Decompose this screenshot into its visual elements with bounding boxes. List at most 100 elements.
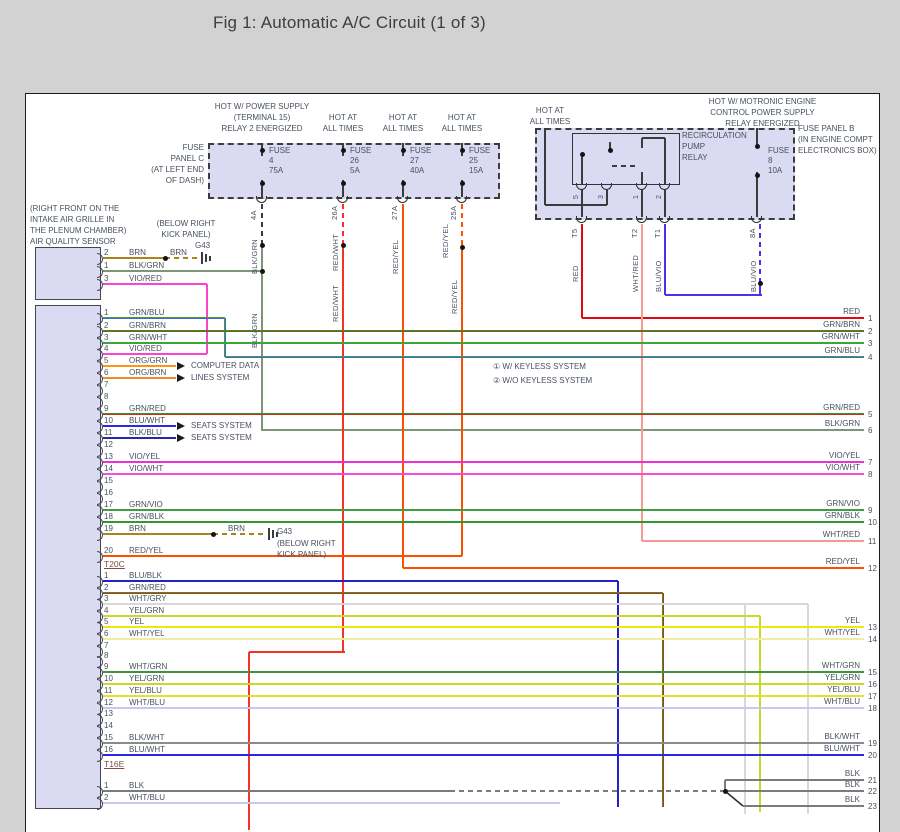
fuse-panel-c-label: (AT LEFT END: [128, 165, 204, 175]
pin-number: 1: [104, 781, 108, 791]
system-arrow-icon: [177, 362, 185, 370]
air-quality-sensor-label: AIR QUALITY SENSOR: [30, 237, 116, 247]
wiring-diagram-page: Fig 1: Automatic A/C Circuit (1 of 3) HO…: [0, 0, 900, 832]
right-pin-number: 3: [868, 339, 872, 349]
right-wire-label: BLU/WHT: [700, 744, 860, 754]
vertical-wire-label: RED/YEL: [450, 264, 459, 314]
wire-label: WHT/GRY: [129, 594, 167, 604]
right-wire-label: BLK/GRN: [700, 419, 860, 429]
wire-bluvio: [664, 224, 666, 295]
pin-number: 10: [104, 674, 113, 684]
wire-label: YEL/GRN: [129, 674, 164, 684]
wire-label: BLU/BLK: [129, 571, 162, 581]
wire-label: YEL/BLU: [129, 686, 162, 696]
right-wire-label: VIO/WHT: [700, 463, 860, 473]
vertical-wire-label: WHT/RED: [631, 240, 640, 292]
pin-number: 14: [104, 721, 113, 731]
wire-red: [581, 224, 583, 318]
junction-dot: [260, 148, 265, 153]
right-wire-label: GRN/BLK: [700, 511, 860, 521]
connector-label-t20c: T20C: [104, 559, 125, 569]
pin-number: 4: [104, 344, 108, 354]
pin-number: 2: [104, 793, 108, 803]
right-pin-number: 9: [868, 506, 872, 516]
g43-top-ground-icon: [205, 254, 207, 262]
right-wire-label: WHT/RED: [700, 530, 860, 540]
vertical-wire-label: BLU/VIO: [654, 240, 663, 292]
ground-wire-label: BRN: [228, 524, 245, 534]
pin-number: 19: [104, 524, 113, 534]
right-pin-number: 5: [868, 410, 872, 420]
panel-out-pin-label: T1: [653, 221, 662, 238]
fuse8-name: FUSE: [768, 146, 789, 156]
motronic-header: HOT W/ MOTRONIC ENGINE: [640, 97, 885, 107]
wire-redwht: [342, 204, 344, 245]
wire-blkgrn: [262, 429, 864, 431]
g43-top-ground-icon: [209, 256, 211, 261]
right-pin-number: 10: [868, 518, 877, 528]
wire-whtred: [642, 540, 864, 542]
pin-number: 3: [104, 333, 108, 343]
pin-number: 18: [104, 512, 113, 522]
g43-top-ground-icon: [201, 252, 203, 264]
pin-number: 13: [104, 709, 113, 719]
wire-label: RED/YEL: [129, 546, 163, 556]
wire-grnwht: [103, 342, 864, 344]
junction-dot: [401, 148, 406, 153]
keyless-note: ① W/ KEYLESS SYSTEM: [493, 362, 586, 372]
wire-whtred: [641, 224, 643, 541]
junction-dot: [460, 181, 465, 186]
junction-dot: [260, 269, 265, 274]
junction-dot: [341, 181, 346, 186]
right-wire-label: WHT/BLU: [700, 697, 860, 707]
wire-label: BLK/BLU: [129, 428, 162, 438]
right-pin-number: 12: [868, 564, 877, 574]
system-arrow-icon: [177, 422, 185, 430]
right-wire-label: YEL/BLU: [700, 685, 860, 695]
wire-label: GRN/BLK: [129, 512, 164, 522]
wire-blublk: [103, 580, 618, 582]
wire-label: WHT/YEL: [129, 629, 165, 639]
pin-number: 7: [104, 380, 108, 390]
hot-at-all-times-header: ALL TIMES: [505, 117, 595, 127]
wire-label: BLU/WHT: [129, 745, 165, 755]
fuse-number: 25: [469, 156, 478, 166]
relay-pin-number: 1: [633, 188, 640, 199]
fuse-name: FUSE: [269, 146, 290, 156]
air-quality-sensor-label: (RIGHT FRONT ON THE: [30, 204, 119, 214]
wire-blkgrn: [103, 270, 262, 272]
recirculation-pump-relay-label: RECIRCULATION: [682, 131, 747, 141]
junction-dot: [260, 181, 265, 186]
wire-label: GRN/RED: [129, 583, 166, 593]
system-label: SEATS SYSTEM: [191, 433, 252, 443]
pin-number: 6: [104, 629, 108, 639]
wire-label: WHT/GRN: [129, 662, 167, 672]
right-wire-label: VIO/YEL: [700, 451, 860, 461]
right-pin-number: 14: [868, 635, 877, 645]
right-wire-label: BLK: [700, 795, 860, 805]
junction-dot: [211, 532, 216, 537]
pin-number: 10: [104, 416, 113, 426]
motronic-header: CONTROL POWER SUPPLY: [640, 108, 885, 118]
right-pin-number: 8: [868, 470, 872, 480]
wire-stem: [544, 128, 546, 205]
wire-label: GRN/BRN: [129, 321, 166, 331]
right-wire-label: RED/YEL: [700, 557, 860, 567]
air-quality-sensor-label: INTAKE AIR GRILLE IN: [30, 215, 114, 225]
fuse-panel-b-label: ELECTRONICS BOX): [798, 146, 877, 156]
wire-label: BLU/WHT: [129, 416, 165, 426]
junction-dot: [755, 173, 760, 178]
wire-redyel: [461, 204, 463, 247]
vertical-wire-label: BLK/GRN: [250, 298, 259, 348]
pin-number: 2: [104, 321, 108, 331]
wire-label: VIO/RED: [129, 274, 162, 284]
wire-label: ORG/BRN: [129, 368, 166, 378]
wire-label: GRN/RED: [129, 404, 166, 414]
pin-number: 3: [104, 274, 108, 284]
wire-stem: [641, 138, 643, 148]
wire-blkdash: [261, 204, 263, 245]
pin-number: 1: [104, 308, 108, 318]
junction-dot: [460, 148, 465, 153]
wire-whtblu: [103, 802, 560, 804]
right-wire-label: YEL/GRN: [700, 673, 860, 683]
